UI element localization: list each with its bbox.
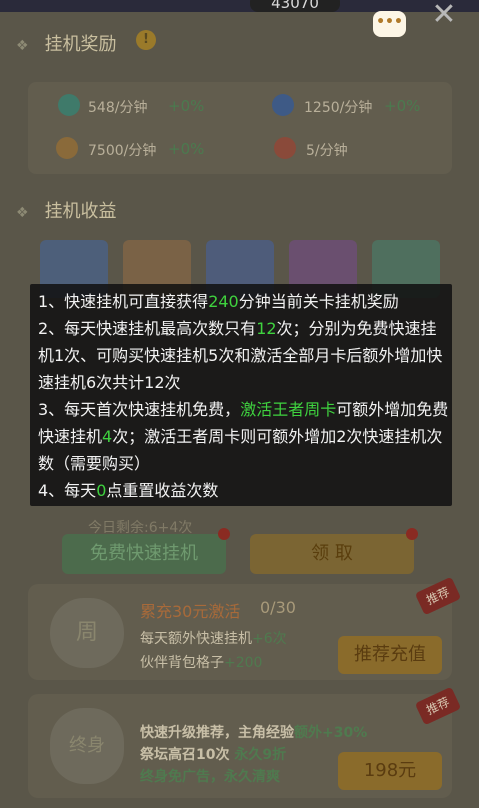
score-display: 43070 [250, 0, 340, 12]
rule-2: 2、每天快速挂机最高次数只有12次；分别为免费快速挂机1次、可购买快速挂机5次和… [38, 319, 443, 392]
idle-income-header: ❖ 挂机收益 [16, 197, 117, 223]
promo-line: 快速升级推荐，主角经验额外+30% [140, 725, 368, 741]
claim-button[interactable]: 领 取 [250, 534, 414, 574]
rate-value: 548/分钟 [88, 100, 148, 116]
quick-idle-rules-tooltip: 1、快速挂机可直接获得240分钟当前关卡挂机奖励 2、每天快速挂机最高次数只有1… [30, 284, 452, 506]
star-exp-icon [58, 94, 80, 116]
close-icon[interactable]: ✕ [427, 0, 461, 30]
lifetime-badge-icon: 终身 [50, 708, 124, 784]
promo-line: 每天额外快速挂机+6次 [140, 631, 287, 647]
idle-reward-title: 挂机奖励 [44, 34, 117, 55]
promo-weekly-card: 周 累充30元激活 0/30 每天额外快速挂机+6次 伙伴背包格子+200 推荐… [28, 584, 452, 680]
rule-3: 3、每天首次快速挂机免费，激活王者周卡可额外增加免费快速挂机4次；激活王者周卡则… [38, 400, 449, 473]
red-dot-icon [218, 528, 230, 540]
promo-lifetime-card: 终身 快速升级推荐，主角经验额外+30% 祭坛高召10次 永久9折 终身免广告，… [28, 694, 452, 798]
promo-title: 累充30元激活 [140, 602, 241, 621]
tooltip-text: 1、快速挂机可直接获得240分钟当前关卡挂机奖励 2、每天快速挂机最高次数只有1… [38, 288, 450, 504]
exp-orb-icon [272, 94, 294, 116]
idle-income-title: 挂机收益 [44, 201, 117, 222]
rate-value: 5/分钟 [306, 143, 348, 159]
info-icon[interactable]: ! [136, 30, 156, 50]
promo-line: 终身免广告，永久清爽 [140, 769, 280, 785]
weekly-badge-icon: 周 [50, 598, 124, 668]
promo-progress: 0/30 [260, 598, 296, 617]
medal-icon [274, 137, 296, 159]
buy-198-button[interactable]: 198元 [338, 752, 442, 790]
coin-icon [56, 137, 78, 159]
idle-reward-header: ❖ 挂机奖励 [16, 30, 117, 56]
rate-bonus: +0% [384, 97, 421, 115]
rate-value: 7500/分钟 [88, 143, 157, 159]
rule-4: 4、每天0点重置收益次数 [38, 481, 219, 500]
diamond-bullet-icon: ❖ [16, 205, 29, 221]
diamond-bullet-icon: ❖ [16, 38, 29, 54]
rate-bonus: +0% [168, 97, 205, 115]
rate-value: 1250/分钟 [304, 100, 373, 116]
red-dot-icon [406, 528, 418, 540]
recommend-recharge-button[interactable]: 推荐充值 [338, 636, 442, 674]
chat-bubble-icon[interactable]: ••• [373, 11, 406, 37]
promo-line: 祭坛高召10次 永久9折 [140, 747, 287, 763]
rate-bonus: +0% [168, 140, 205, 158]
reward-rates-box: 548/分钟 +0% 1250/分钟 +0% 7500/分钟 +0% 5/分钟 [28, 82, 452, 174]
promo-line: 伙伴背包格子+200 [140, 655, 263, 671]
rule-1: 1、快速挂机可直接获得240分钟当前关卡挂机奖励 [38, 292, 399, 311]
free-quick-idle-button[interactable]: 免费快速挂机 [62, 534, 226, 574]
